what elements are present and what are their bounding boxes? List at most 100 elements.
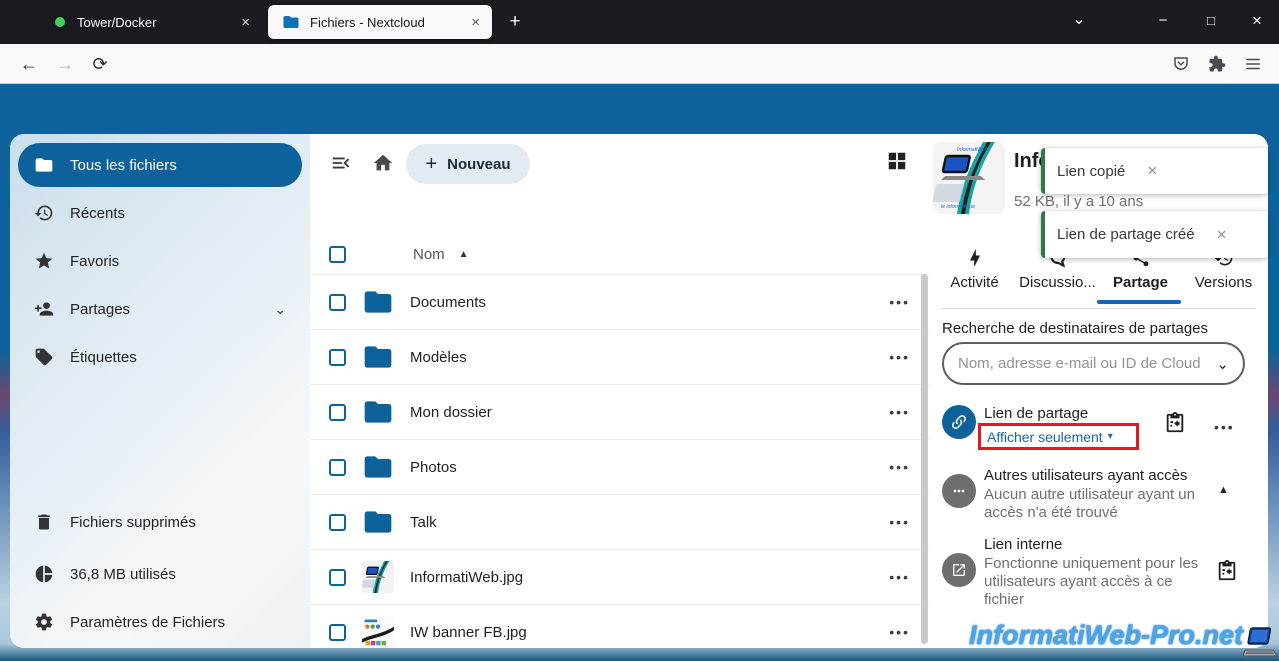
row-checkbox[interactable] xyxy=(329,293,346,311)
tab-activity[interactable]: Activité xyxy=(933,246,1016,306)
browser-tab-tower-docker[interactable]: Tower/Docker × xyxy=(25,6,262,38)
folder-icon xyxy=(361,340,395,374)
internal-link-avatar xyxy=(942,553,976,587)
tab-close-icon[interactable]: × xyxy=(241,14,250,31)
file-list-scrollbar[interactable] xyxy=(921,274,928,644)
toast-close-icon[interactable]: × xyxy=(1147,161,1157,181)
file-row[interactable]: InformatiWeb.jpg ••• xyxy=(310,549,930,604)
file-name[interactable]: Documents xyxy=(410,294,486,311)
row-actions-icon[interactable]: ••• xyxy=(889,624,910,640)
gear-icon xyxy=(35,613,53,631)
sidebar-item-deleted-files[interactable]: Fichiers supprimés xyxy=(18,500,302,544)
copy-internal-link-clipboard-icon[interactable] xyxy=(1216,560,1238,582)
sidebar-item-quota[interactable]: 36,8 MB utilisés xyxy=(18,552,302,596)
history-icon xyxy=(34,205,53,221)
row-actions-icon[interactable]: ••• xyxy=(889,569,910,585)
file-row[interactable]: Talk ••• xyxy=(310,494,930,549)
forward-button[interactable]: → xyxy=(50,44,80,84)
column-header-name[interactable]: Nom xyxy=(413,246,445,263)
grid-view-toggle-icon[interactable] xyxy=(886,150,908,172)
sidebar-item-label: Étiquettes xyxy=(70,348,137,366)
file-name[interactable]: Photos xyxy=(410,459,457,476)
sidebar-item-files-settings[interactable]: Paramètres de Fichiers xyxy=(18,600,302,644)
browser-tab-nextcloud[interactable]: Fichiers - Nextcloud × xyxy=(268,5,492,39)
file-name[interactable]: Talk xyxy=(410,514,437,531)
share-permission-link[interactable]: Afficher seulement xyxy=(987,429,1103,445)
file-name[interactable]: IW banner FB.jpg xyxy=(410,624,527,641)
share-search-input[interactable] xyxy=(958,355,1217,372)
row-checkbox[interactable] xyxy=(329,513,346,531)
file-list-header: Nom ▲ xyxy=(310,234,930,274)
browser-tab-bar: Tower/Docker × Fichiers - Nextcloud × + … xyxy=(0,0,1279,44)
toast-share-link-created: Lien de partage créé × xyxy=(1041,211,1268,258)
toast-close-icon[interactable]: × xyxy=(1217,225,1227,245)
select-all-checkbox[interactable] xyxy=(329,245,346,263)
row-actions-icon[interactable]: ••• xyxy=(889,404,910,420)
screen: Tower/Docker × Fichiers - Nextcloud × + … xyxy=(0,0,1279,661)
back-button[interactable]: ← xyxy=(14,44,44,84)
sort-ascending-icon[interactable]: ▲ xyxy=(459,249,469,260)
chevron-down-icon[interactable]: ⌄ xyxy=(1216,355,1229,373)
internal-link-title: Lien interne xyxy=(984,536,1063,553)
share-link-actions-icon[interactable]: ••• xyxy=(1214,419,1235,435)
file-name[interactable]: Modèles xyxy=(410,349,467,366)
sidebar-item-shares[interactable]: Partages ⌄ xyxy=(18,287,302,331)
sidebar-item-all-files[interactable]: Tous les fichiers xyxy=(18,143,302,187)
row-actions-icon[interactable]: ••• xyxy=(889,349,910,365)
sidebar-item-recent[interactable]: Récents xyxy=(18,191,302,235)
share-search-label: Recherche de destinataires de partages xyxy=(942,320,1209,337)
collapse-chevron-up-icon[interactable]: ▲ xyxy=(1218,484,1229,496)
tab-close-icon[interactable]: × xyxy=(471,14,480,31)
external-arrow-icon xyxy=(953,564,965,576)
row-checkbox[interactable] xyxy=(329,348,346,366)
copy-link-clipboard-icon[interactable] xyxy=(1164,412,1186,434)
file-row[interactable]: Modèles ••• xyxy=(310,329,930,384)
sidebar-item-label: Favoris xyxy=(70,252,120,270)
active-tab-underline xyxy=(1097,300,1181,304)
folder-icon xyxy=(361,505,395,539)
sidebar-item-favorites[interactable]: Favoris xyxy=(18,239,302,283)
home-breadcrumb-icon[interactable] xyxy=(372,152,394,174)
file-row[interactable]: IW banner FB.jpg ••• xyxy=(310,604,930,648)
others-access-subtitle: Aucun autre utilisateur ayant un accès n… xyxy=(984,486,1195,521)
row-actions-icon[interactable]: ••• xyxy=(889,294,910,310)
file-row[interactable]: Documents ••• xyxy=(310,274,930,329)
share-search-field[interactable]: ⌄ xyxy=(942,342,1245,385)
files-sidebar: Tous les fichiers Récents Favoris Partag… xyxy=(10,134,310,648)
collapse-sidebar-icon[interactable] xyxy=(330,152,352,174)
sidebar-item-label: Fichiers supprimés xyxy=(70,513,196,531)
window-close-button[interactable]: × xyxy=(1234,0,1279,42)
row-checkbox[interactable] xyxy=(329,403,346,421)
row-actions-icon[interactable]: ••• xyxy=(889,514,910,530)
lightning-icon xyxy=(969,248,980,268)
account-plus-icon xyxy=(34,302,54,316)
sidebar-item-tags[interactable]: Étiquettes xyxy=(18,335,302,379)
annotation-red-box: Afficher seulement ▾ xyxy=(978,423,1139,450)
svg-text:le informatique: le informatique xyxy=(941,204,975,210)
folder-icon xyxy=(361,395,395,429)
nextcloud-header: A xyxy=(0,84,1279,215)
reload-button[interactable]: ⟳ xyxy=(85,44,115,84)
window-minimize-button[interactable]: − xyxy=(1140,0,1186,42)
tag-icon xyxy=(35,348,53,366)
others-access-title: Autres utilisateurs ayant accès xyxy=(984,467,1188,484)
new-tab-button[interactable]: + xyxy=(502,10,528,36)
file-name[interactable]: Mon dossier xyxy=(410,404,492,421)
row-checkbox[interactable] xyxy=(329,568,346,586)
window-maximize-button[interactable]: □ xyxy=(1188,0,1234,42)
file-row[interactable]: Mon dossier ••• xyxy=(310,384,930,439)
extensions-puzzle-icon[interactable] xyxy=(1202,44,1232,84)
row-checkbox[interactable] xyxy=(329,458,346,476)
panel-divider xyxy=(940,308,1256,309)
chevron-down-icon[interactable]: ⌄ xyxy=(274,301,286,318)
menu-hamburger-icon[interactable] xyxy=(1238,44,1268,84)
sidebar-item-label: Paramètres de Fichiers xyxy=(70,613,226,631)
file-name[interactable]: InformatiWeb.jpg xyxy=(410,569,523,586)
list-all-tabs-button[interactable]: ⌄ xyxy=(1066,8,1092,34)
pocket-icon[interactable] xyxy=(1166,44,1196,84)
row-actions-icon[interactable]: ••• xyxy=(889,459,910,475)
others-access-avatar xyxy=(942,474,976,508)
new-button[interactable]: + Nouveau xyxy=(406,144,530,184)
file-row[interactable]: Photos ••• xyxy=(310,439,930,494)
row-checkbox[interactable] xyxy=(329,623,346,641)
